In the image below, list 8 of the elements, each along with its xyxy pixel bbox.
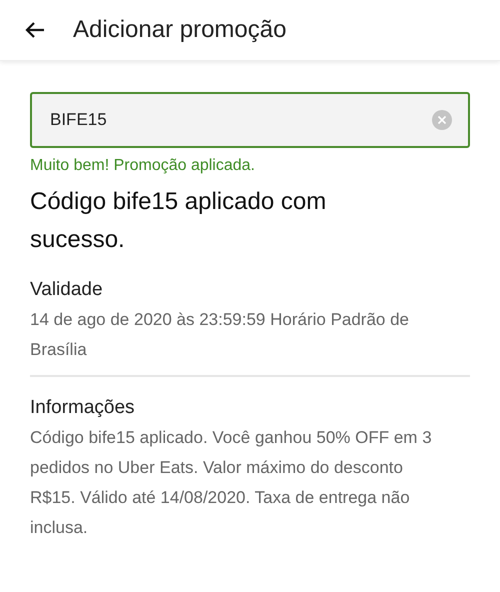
promo-code-field[interactable]: BIFE15: [30, 92, 470, 148]
section-text: 14 de ago de 2020 às 23:59:59 Horário Padrão de Brasília: [30, 309, 410, 361]
success-message: Muito bem! Promoção aplicada.: [30, 157, 256, 175]
section-text: Código bife15 aplicado. Você ganhou 50% OFF em 3 pedidos no Uber Eats. Valor máximo do desconto R$15. Válido até 14/08/2020. Taxa de entrega não inclusa.: [30, 427, 433, 539]
screen-title: Adicionar promoção: [73, 16, 286, 44]
result-heading: Código bife15 aplicado com sucesso.: [30, 187, 328, 255]
section-title: Validade: [30, 279, 104, 301]
section-title: Informações: [30, 397, 136, 419]
